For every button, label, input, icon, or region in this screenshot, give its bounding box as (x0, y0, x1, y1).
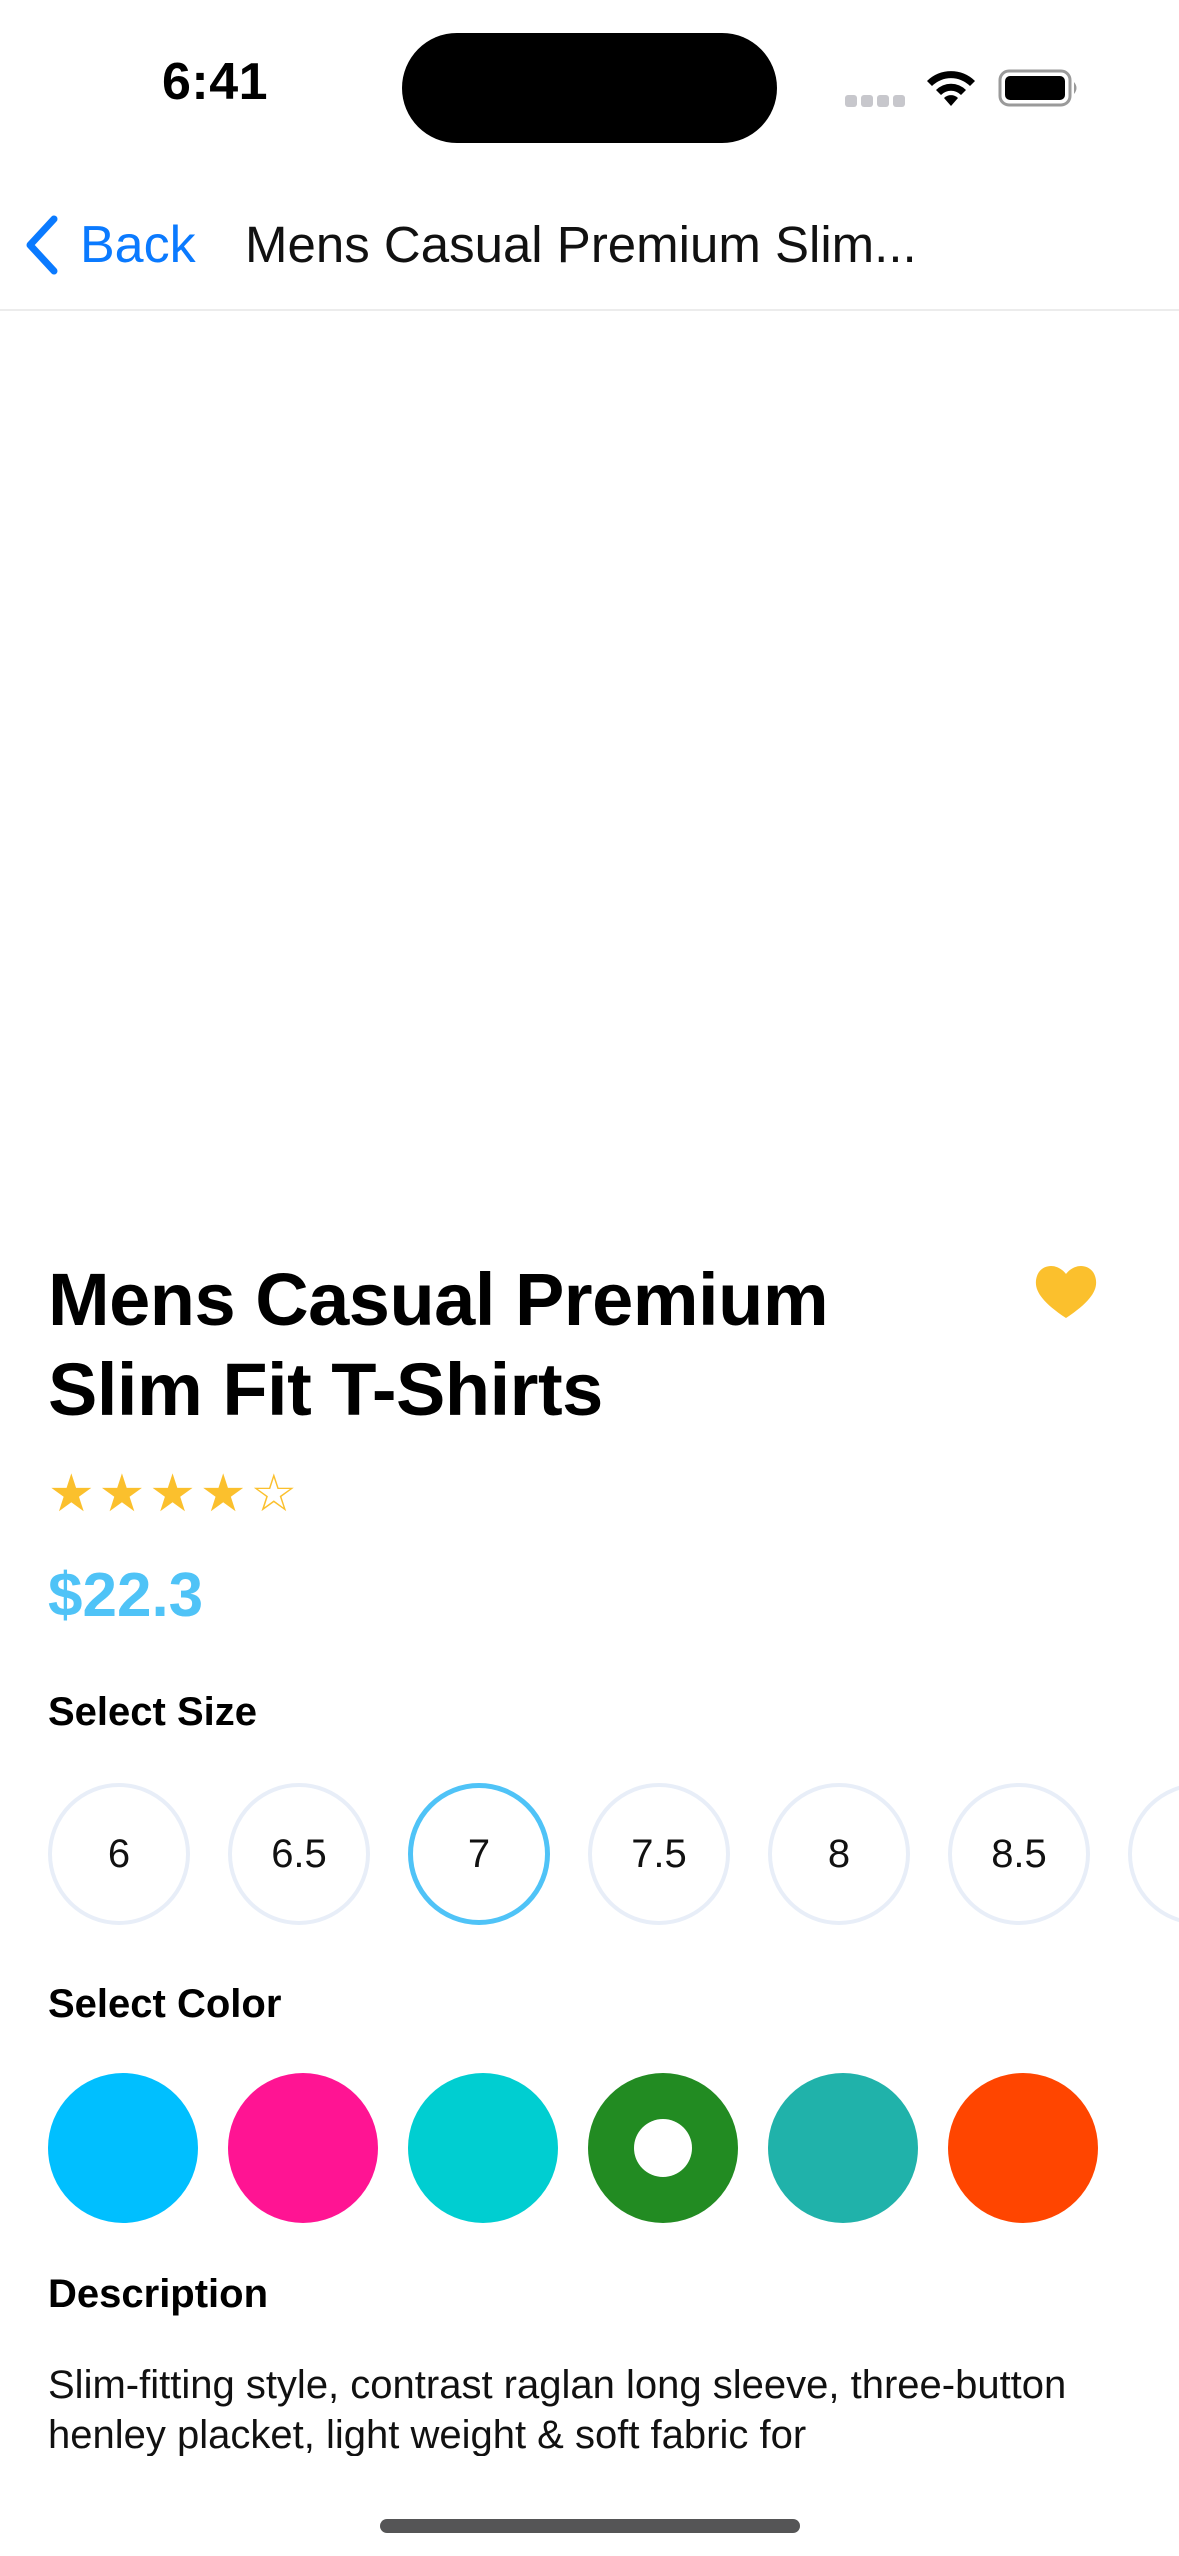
star-filled-icon: ★ (199, 1465, 247, 1523)
product-title: Mens Casual Premium Slim Fit T-Shirts (48, 1258, 829, 1431)
color-selector (48, 2073, 1179, 2225)
star-filled-icon: ★ (48, 1465, 95, 1523)
size-option[interactable]: 6.5 (228, 1783, 370, 1925)
status-bar: 6:41 (0, 0, 1179, 175)
size-option[interactable]: 8.5 (948, 1783, 1090, 1925)
wifi-icon (927, 71, 975, 106)
select-color-label: Select Color (48, 1982, 282, 2026)
product-price: $22.3 (48, 1561, 204, 1630)
battery-icon (998, 69, 1077, 107)
back-button[interactable]: Back (22, 210, 196, 280)
star-filled-icon: ★ (98, 1465, 146, 1523)
description-text: Slim-fitting style, contrast raglan long… (48, 2363, 1067, 2456)
size-option[interactable]: 7.5 (588, 1783, 730, 1925)
home-indicator[interactable] (380, 2519, 800, 2533)
navigation-bar: Back Mens Casual Premium Slim... (0, 180, 1179, 311)
status-time: 6:41 (162, 53, 269, 111)
chevron-left-icon (26, 215, 58, 275)
nav-title: Mens Casual Premium Slim... (245, 216, 917, 273)
description-label: Description (48, 2272, 269, 2316)
color-swatch[interactable] (228, 2073, 378, 2223)
color-swatch[interactable] (408, 2073, 558, 2223)
size-selector: 6 6.5 7 7.5 8 8.5 (48, 1781, 1179, 1933)
size-option[interactable]: 8 (768, 1783, 910, 1925)
color-swatch[interactable] (948, 2073, 1098, 2223)
star-filled-icon: ★ (149, 1465, 196, 1523)
cellular-signal-icon (845, 95, 905, 107)
favorite-heart-icon[interactable] (1033, 1262, 1099, 1322)
back-label: Back (80, 216, 196, 274)
rating-stars: ★ ★ ★ ★ ☆ (48, 1466, 301, 1522)
star-empty-icon: ☆ (250, 1465, 298, 1523)
product-image (0, 311, 1179, 1211)
color-swatch[interactable] (48, 2073, 198, 2223)
size-option-partial[interactable] (1128, 1783, 1179, 1925)
color-swatch-selected[interactable] (588, 2073, 738, 2223)
size-option[interactable]: 6 (48, 1783, 190, 1925)
select-size-label: Select Size (48, 1690, 258, 1734)
size-option-selected[interactable]: 7 (408, 1783, 550, 1925)
dynamic-island (402, 33, 777, 143)
selected-indicator (634, 2119, 692, 2177)
color-swatch[interactable] (768, 2073, 918, 2223)
